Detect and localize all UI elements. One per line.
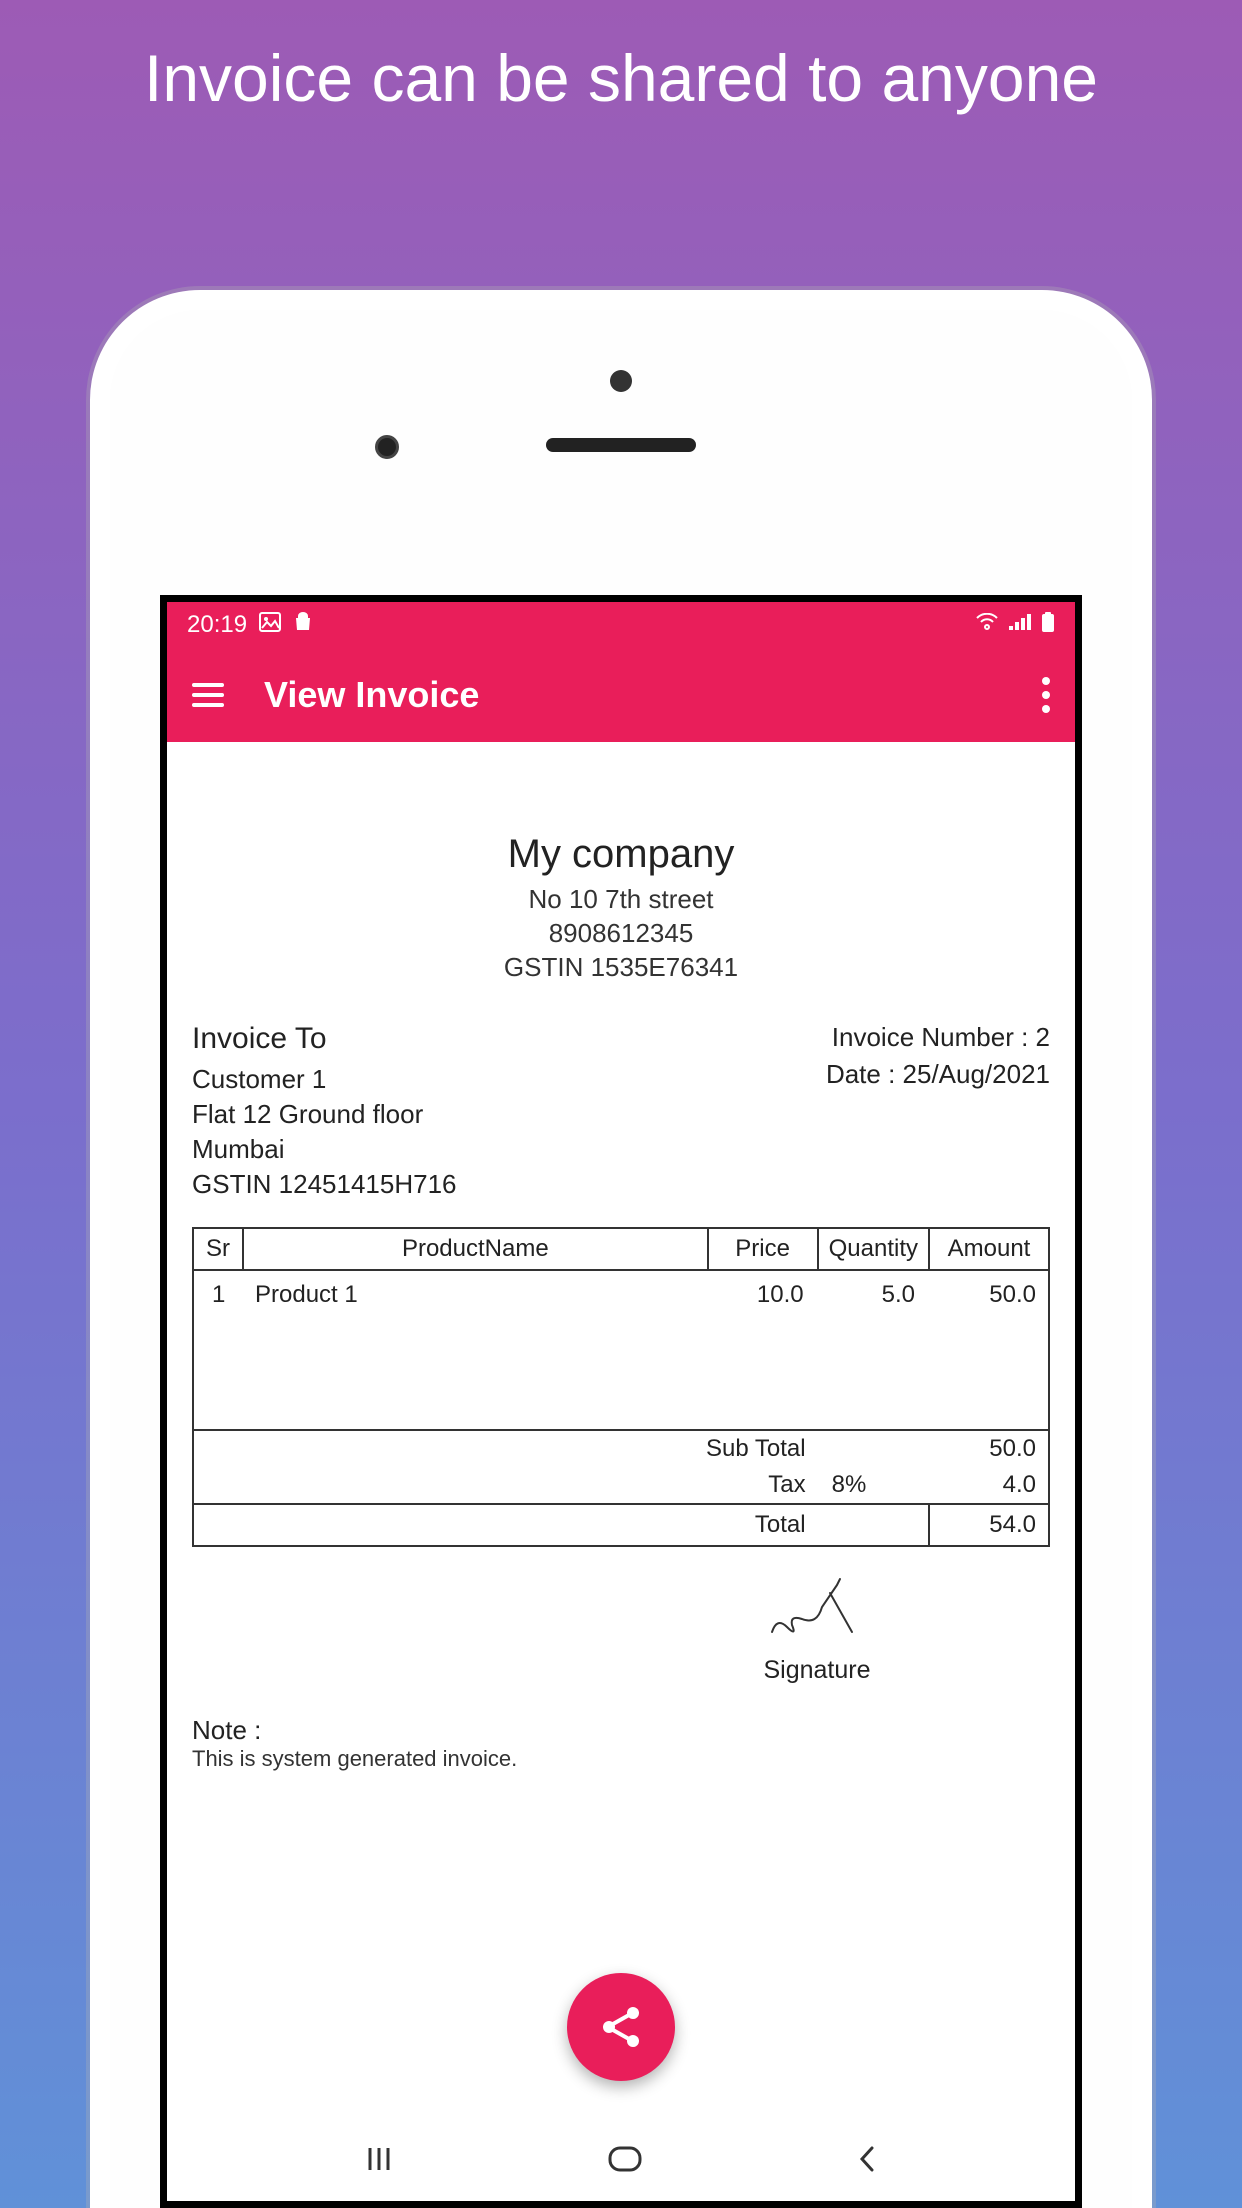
invoice-content: My company No 10 7th street 8908612345 G… bbox=[167, 742, 1075, 1792]
signal-icon bbox=[1009, 613, 1031, 636]
cell-name: Product 1 bbox=[243, 1270, 708, 1430]
company-name: My company bbox=[192, 832, 1050, 877]
bag-icon bbox=[293, 612, 313, 638]
recents-button[interactable] bbox=[364, 2144, 394, 2179]
tax-label: Tax bbox=[193, 1467, 818, 1504]
status-time: 20:19 bbox=[187, 611, 247, 639]
signature-image bbox=[762, 1577, 872, 1647]
signature-label: Signature bbox=[752, 1656, 882, 1685]
cell-sr: 1 bbox=[193, 1270, 243, 1430]
invoice-meta: Invoice To Customer 1 Flat 12 Ground flo… bbox=[192, 1019, 1050, 1202]
subtotal-value: 50.0 bbox=[929, 1430, 1049, 1467]
cell-price: 10.0 bbox=[708, 1270, 818, 1430]
header-sr: Sr bbox=[193, 1228, 243, 1270]
hamburger-icon[interactable] bbox=[192, 683, 224, 707]
back-button[interactable] bbox=[856, 2144, 878, 2179]
note-block: Note : This is system generated invoice. bbox=[192, 1715, 1050, 1772]
invoice-number-block: Invoice Number : 2 Date : 25/Aug/2021 bbox=[826, 1019, 1050, 1202]
tax-row: Tax 8% 4.0 bbox=[193, 1467, 1049, 1504]
promo-title: Invoice can be shared to anyone bbox=[0, 0, 1242, 116]
cell-amount: 50.0 bbox=[929, 1270, 1049, 1430]
subtotal-row: Sub Total 50.0 bbox=[193, 1430, 1049, 1467]
wifi-icon bbox=[975, 613, 999, 637]
signature-block: Signature bbox=[752, 1577, 882, 1685]
note-text: This is system generated invoice. bbox=[192, 1746, 1050, 1772]
app-bar: View Invoice bbox=[167, 647, 1075, 742]
total-row: Total 54.0 bbox=[193, 1504, 1049, 1546]
table-row: 1 Product 1 10.0 5.0 50.0 bbox=[193, 1270, 1049, 1430]
status-bar: 20:19 bbox=[167, 602, 1075, 647]
header-name: ProductName bbox=[243, 1228, 708, 1270]
screen: 20:19 bbox=[160, 595, 1082, 2208]
invoice-to-label: Invoice To bbox=[192, 1019, 457, 1060]
share-icon bbox=[597, 2003, 645, 2051]
tax-value: 4.0 bbox=[929, 1467, 1049, 1504]
subtotal-label: Sub Total bbox=[193, 1430, 818, 1467]
customer-name: Customer 1 bbox=[192, 1062, 457, 1097]
invoice-date: Date : 25/Aug/2021 bbox=[826, 1056, 1050, 1092]
nav-bar bbox=[167, 2121, 1075, 2201]
phone-camera-dot bbox=[610, 370, 632, 392]
phone-inner: 20:19 bbox=[110, 310, 1132, 2208]
invoice-number: Invoice Number : 2 bbox=[826, 1019, 1050, 1055]
note-label: Note : bbox=[192, 1715, 1050, 1746]
phone-speaker bbox=[546, 438, 696, 452]
battery-icon bbox=[1041, 612, 1055, 638]
header-amount: Amount bbox=[929, 1228, 1049, 1270]
total-value: 54.0 bbox=[929, 1504, 1049, 1546]
phone-frame: 20:19 bbox=[90, 290, 1152, 2208]
tax-rate: 8% bbox=[818, 1467, 929, 1504]
invoice-table: Sr ProductName Price Quantity Amount 1 P… bbox=[192, 1227, 1050, 1547]
company-gstin: GSTIN 1535E76341 bbox=[192, 951, 1050, 985]
customer-city: Mumbai bbox=[192, 1132, 457, 1167]
gallery-icon bbox=[259, 612, 281, 638]
share-button[interactable] bbox=[567, 1973, 675, 2081]
table-header-row: Sr ProductName Price Quantity Amount bbox=[193, 1228, 1049, 1270]
cell-qty: 5.0 bbox=[818, 1270, 929, 1430]
company-address: No 10 7th street bbox=[192, 883, 1050, 917]
phone-front-camera bbox=[375, 435, 399, 459]
home-button[interactable] bbox=[607, 2145, 643, 2178]
customer-gstin: GSTIN 12451415H716 bbox=[192, 1167, 457, 1202]
more-icon[interactable] bbox=[1042, 677, 1050, 713]
total-label: Total bbox=[193, 1504, 818, 1546]
invoice-to-block: Invoice To Customer 1 Flat 12 Ground flo… bbox=[192, 1019, 457, 1202]
page-title: View Invoice bbox=[264, 674, 1042, 716]
header-price: Price bbox=[708, 1228, 818, 1270]
header-qty: Quantity bbox=[818, 1228, 929, 1270]
company-phone: 8908612345 bbox=[192, 917, 1050, 951]
company-header: My company No 10 7th street 8908612345 G… bbox=[192, 832, 1050, 984]
customer-address: Flat 12 Ground floor bbox=[192, 1097, 457, 1132]
